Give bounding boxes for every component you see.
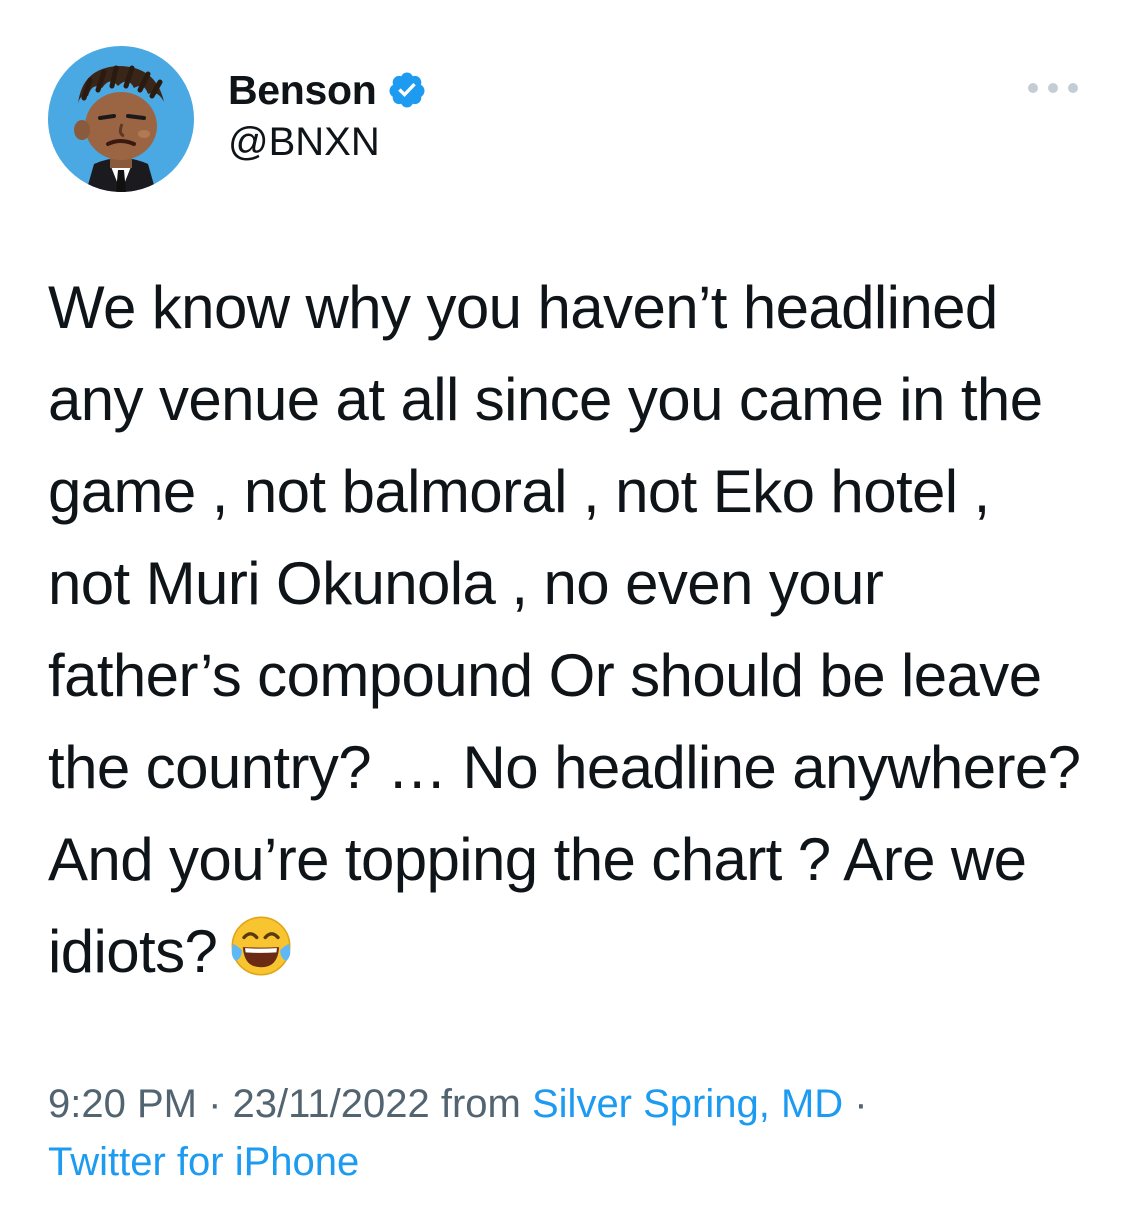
face-with-tears-of-joy-icon — [231, 916, 291, 976]
tweet-date[interactable]: 23/11/2022 — [233, 1082, 430, 1126]
avatar[interactable] — [48, 46, 194, 192]
author-name-row: Benson — [228, 64, 427, 116]
meta-separator: · — [196, 1082, 233, 1126]
from-label: from — [429, 1082, 532, 1126]
ellipsis-icon[interactable] — [1028, 76, 1078, 100]
client-link[interactable]: Twitter for iPhone — [48, 1140, 359, 1184]
tweet-meta: 9:20 PM · 23/11/2022 from Silver Spring,… — [48, 1075, 1088, 1191]
verified-badge-icon — [389, 72, 425, 108]
author-display-name[interactable]: Benson — [228, 67, 377, 114]
location-link[interactable]: Silver Spring, MD — [532, 1082, 843, 1126]
tweet-text: We know why you haven’t headlined any ve… — [48, 274, 1094, 985]
author-handle[interactable]: @BNXN — [228, 120, 380, 165]
more-dot — [1028, 83, 1038, 93]
meta-separator-2: · — [843, 1082, 868, 1126]
more-dot — [1048, 83, 1058, 93]
tweet-detail: Benson @BNXN We know why you haven’t hea… — [0, 0, 1125, 1221]
tweet-text-block: We know why you haven’t headlined any ve… — [48, 262, 1088, 998]
tweet-time[interactable]: 9:20 PM — [48, 1082, 197, 1126]
cartoon-avatar-icon — [48, 46, 194, 192]
more-dot — [1068, 83, 1078, 93]
